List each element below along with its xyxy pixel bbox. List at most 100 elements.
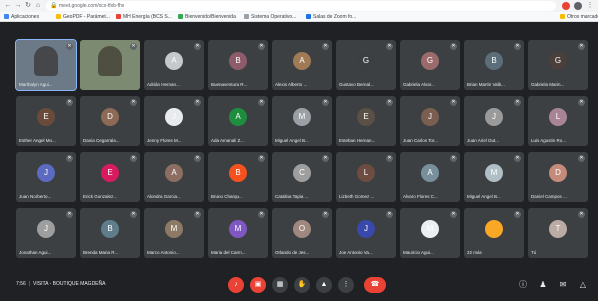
bookmark-item[interactable]: Bienvenido/Bienvenida: [178, 13, 236, 21]
people-icon[interactable]: ♟: [538, 280, 548, 290]
more-options-button[interactable]: ⋮: [338, 277, 354, 293]
participant-tile[interactable]: C ✕ Catalina Tapia ...: [272, 152, 332, 202]
participant-name: Juan Ariel Gut...: [467, 138, 500, 143]
participant-tile[interactable]: A ✕ Ada Amanali Z...: [208, 96, 268, 146]
participant-tile[interactable]: L ✕ Luis Agustin Ro...: [528, 96, 588, 146]
reload-icon[interactable]: ↻: [24, 2, 32, 10]
mic-muted-icon: ✕: [514, 211, 521, 218]
participant-tile[interactable]: J ✕ Joe Antonio Va...: [336, 208, 396, 258]
participant-tile[interactable]: ✕: [80, 40, 140, 90]
participant-name: Adrián Hernan...: [147, 82, 180, 87]
avatar: G: [549, 52, 567, 70]
profile-avatar[interactable]: [574, 2, 582, 10]
participant-tile[interactable]: M ✕ Miguel Angel B...: [272, 96, 332, 146]
bookmark-item[interactable]: Salas de Zoom fo...: [306, 13, 356, 21]
back-icon[interactable]: ←: [4, 2, 12, 10]
mic-muted-icon: ✕: [130, 155, 137, 162]
bookmark-item[interactable]: GeoPDF - Parámet...: [56, 13, 110, 21]
menu-icon[interactable]: ⋮: [586, 2, 594, 10]
captions-button[interactable]: ▦: [272, 277, 288, 293]
participant-name: Miguel Angel B...: [467, 194, 501, 199]
participant-tile[interactable]: G ✕ Gabriela Marin...: [528, 40, 588, 90]
participant-tile[interactable]: J ✕ Jenny Flores M...: [144, 96, 204, 146]
participant-tile[interactable]: D ✕ Daniel Campos ...: [528, 152, 588, 202]
activities-icon[interactable]: △: [578, 280, 588, 290]
leave-call-button[interactable]: ☎: [364, 277, 386, 293]
raise-hand-button[interactable]: ✋: [294, 277, 310, 293]
participant-name: Alvaro Flores C...: [403, 194, 438, 199]
bookmark-label: MH Energía (BCS S...: [123, 14, 172, 20]
participant-name: Esteban Hernan...: [339, 138, 376, 143]
avatar: J: [165, 108, 183, 126]
participant-name: Miguel Angel B...: [275, 138, 309, 143]
participant-tile[interactable]: A ✕ Adrián Hernan...: [144, 40, 204, 90]
participant-tile[interactable]: ✕ Marthalyn Agui...: [15, 39, 77, 91]
bookmark-icon: [306, 14, 311, 19]
participant-tile[interactable]: M ✕ Maria del Carm...: [208, 208, 268, 258]
mic-muted-icon: ✕: [386, 43, 393, 50]
avatar: E: [37, 108, 55, 126]
bookmark-label: GeoPDF - Parámet...: [63, 14, 110, 20]
participant-video: [98, 46, 122, 76]
avatar: M: [421, 220, 439, 238]
extension-icon[interactable]: [562, 2, 570, 10]
participant-tile[interactable]: O ✕ Orlando de Jes...: [272, 208, 332, 258]
bookmark-label: Bienvenido/Bienvenida: [185, 14, 236, 20]
mic-muted-icon: ✕: [66, 43, 73, 50]
participant-tile[interactable]: E ✕ Esther Angel Mo...: [16, 96, 76, 146]
avatar: M: [165, 220, 183, 238]
participant-name: Gabriela Marin...: [531, 82, 565, 87]
bookmark-item[interactable]: Aplicaciones: [4, 13, 39, 21]
bookmark-icon: [116, 14, 121, 19]
participant-tile[interactable]: M ✕ Mauricio Agui...: [400, 208, 460, 258]
bookmark-item[interactable]: Sistema Operativo...: [244, 13, 296, 21]
mic-muted-icon: ✕: [66, 155, 73, 162]
participant-tile[interactable]: M ✕ Miguel Angel B...: [464, 152, 524, 202]
avatar: A: [229, 108, 247, 126]
participant-tile[interactable]: G ✕ Gabriela Alvar...: [400, 40, 460, 90]
participant-tile[interactable]: B ✕ Bruno Charqu...: [208, 152, 268, 202]
bookmark-item[interactable]: Otros marcadores: [560, 13, 598, 21]
avatar: J: [37, 220, 55, 238]
participant-tile[interactable]: L ✕ Lizbeth Gomez ...: [336, 152, 396, 202]
participant-name: Gabriela Alvar...: [403, 82, 435, 87]
participant-tile[interactable]: M ✕ Marco Antonio...: [144, 208, 204, 258]
participant-tile[interactable]: B ✕ Brenda Maria R...: [80, 208, 140, 258]
bookmark-icon: [560, 14, 565, 19]
mic-off-button[interactable]: ♪: [228, 277, 244, 293]
bookmark-icon: [244, 14, 249, 19]
participant-tile[interactable]: J ✕ Jonathan Agui...: [16, 208, 76, 258]
participant-name: Daniel Campos ...: [531, 194, 567, 199]
forward-icon[interactable]: →: [14, 2, 22, 10]
participant-tile[interactable]: J ✕ Juan Ariel Gut...: [464, 96, 524, 146]
lock-icon: 🔒: [50, 3, 58, 9]
bookmark-label: Sistema Operativo...: [251, 14, 297, 20]
participant-tile[interactable]: A ✕ Alexis Alberto ...: [272, 40, 332, 90]
bookmark-item[interactable]: MH Energía (BCS S...: [116, 13, 172, 21]
participant-name: Luis Agustin Ro...: [531, 138, 567, 143]
avatar: E: [101, 164, 119, 182]
participant-tile[interactable]: D ✕ Dania Cegarrala...: [80, 96, 140, 146]
bookmark-label: Aplicaciones: [11, 14, 40, 20]
participant-tile[interactable]: A ✕ Alvaro Flores C...: [400, 152, 460, 202]
participant-tile[interactable]: T ✕ Tú: [528, 208, 588, 258]
mic-muted-icon: ✕: [322, 99, 329, 106]
info-icon[interactable]: ⓘ: [518, 280, 528, 290]
participant-tile[interactable]: B ✕ Brian Martin Valb...: [464, 40, 524, 90]
avatar: A: [165, 52, 183, 70]
present-button[interactable]: ▲: [316, 277, 332, 293]
camera-off-button[interactable]: ▣: [250, 277, 266, 293]
avatar: B: [485, 52, 503, 70]
participant-tile[interactable]: E ✕ Esteban Hernan...: [336, 96, 396, 146]
chat-icon[interactable]: ✉: [558, 280, 568, 290]
avatar: B: [229, 164, 247, 182]
participant-tile[interactable]: B ✕ Buenaventura R...: [208, 40, 268, 90]
participant-tile[interactable]: J ✕ Juan Norberto...: [16, 152, 76, 202]
participant-tile[interactable]: J ✕ Juan Carlos Tor...: [400, 96, 460, 146]
participant-tile[interactable]: E ✕ Erick Gonzalez...: [80, 152, 140, 202]
home-icon[interactable]: ⌂: [34, 2, 42, 10]
participant-tile[interactable]: ✕ 22 más: [464, 208, 524, 258]
participant-tile[interactable]: A ✕ Alondra Garcia...: [144, 152, 204, 202]
participant-tile[interactable]: G ✕ Gustavo Bernal...: [336, 40, 396, 90]
address-bar[interactable]: 🔒 meet.google.com/xcx-tfxb-fhx: [46, 1, 556, 11]
